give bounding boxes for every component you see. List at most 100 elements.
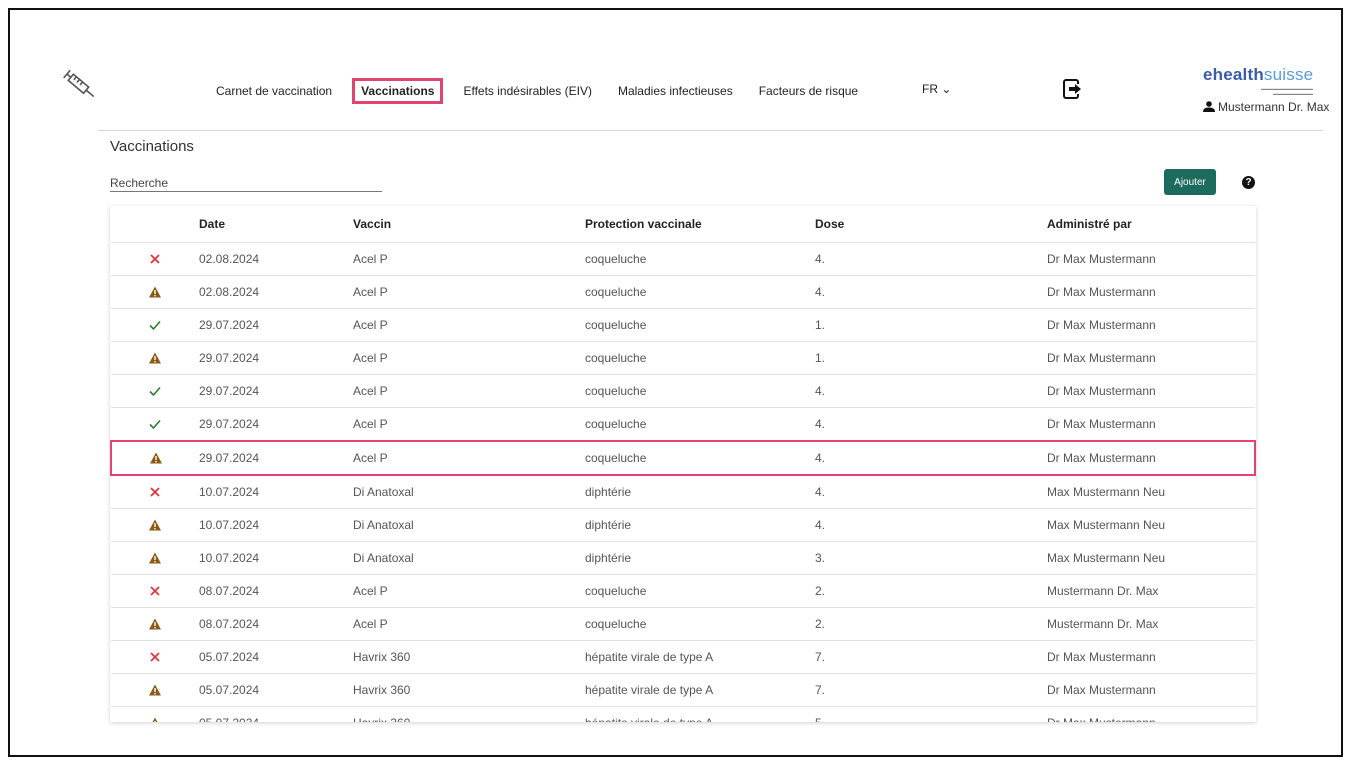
warning-triangle-icon [148, 683, 162, 697]
error-cross-icon [148, 650, 162, 664]
protection-cell: coqueluche [585, 407, 815, 441]
dose-cell: 4. [815, 407, 1047, 441]
administered-by-cell: Dr Max Mustermann [1047, 308, 1255, 342]
administered-by-cell: Dr Max Mustermann [1047, 440, 1256, 476]
status-cell [111, 308, 199, 342]
vaccine-cell: Acel P [353, 440, 585, 476]
protection-cell: coqueluche [585, 242, 815, 276]
administered-by-cell: Dr Max Mustermann [1047, 341, 1255, 375]
warning-triangle-icon [148, 617, 162, 631]
dose-cell: 2. [815, 574, 1047, 608]
table-row[interactable]: 29.07.2024 Acel Pcoqueluche 4. Dr Max Muste… [111, 407, 1255, 441]
warning-triangle-icon [148, 551, 162, 565]
table-row[interactable]: 29.07.2024 Acel Pcoqueluche 4. Dr Max Muste… [110, 440, 1256, 476]
nav-carnet-de-vaccination[interactable]: Carnet de vaccination [210, 80, 338, 102]
nav-facteurs-de-risque[interactable]: Facteurs de risque [753, 80, 864, 102]
nav-effets-indesirables[interactable]: Effets indésirables (EIV) [457, 80, 598, 102]
status-cell [111, 607, 199, 641]
warning-triangle-icon [149, 451, 163, 465]
date-cell: 02.08.2024 [199, 275, 353, 309]
column-header-administered-by[interactable]: Administré par [1047, 206, 1255, 243]
column-header-protection[interactable]: Protection vaccinale [585, 206, 815, 243]
warning-triangle-icon [148, 351, 162, 365]
error-cross-icon [148, 584, 162, 598]
check-icon [148, 384, 162, 398]
nav-vaccinations[interactable]: Vaccinations [352, 78, 444, 104]
status-cell [111, 374, 199, 408]
administered-by-cell: Dr Max Mustermann [1047, 706, 1255, 722]
dose-cell: 3. [815, 541, 1047, 575]
table-row[interactable]: 02.08.2024 Acel Pcoqueluche 4. Dr Max Muste… [111, 242, 1255, 276]
column-header-vaccine[interactable]: Vaccin [353, 206, 585, 243]
vaccine-cell: Acel P [353, 308, 585, 342]
dose-cell: 7. [815, 640, 1047, 674]
table-row[interactable]: 02.08.2024 Acel Pcoqueluche 4. Dr Max Muste… [111, 275, 1255, 309]
column-header-dose[interactable]: Dose [815, 206, 1047, 243]
help-icon[interactable]: ? [1242, 176, 1255, 189]
administered-by-cell: Dr Max Mustermann [1047, 275, 1255, 309]
status-cell [111, 242, 199, 276]
nav-maladies-infectieuses[interactable]: Maladies infectieuses [612, 80, 739, 102]
table-row[interactable]: 10.07.2024 Di Anatoxal diphtérie 4. Max Must… [111, 474, 1255, 509]
table-row[interactable]: 08.07.2024 Acel Pcoqueluche 2. Mustermann D… [111, 607, 1255, 641]
logout-icon[interactable] [1062, 78, 1084, 100]
warning-triangle-icon [148, 285, 162, 299]
vaccine-cell: Acel P [353, 607, 585, 641]
column-header-date[interactable]: Date [199, 206, 353, 243]
date-cell: 05.07.2024 [199, 640, 353, 674]
vaccine-cell: Acel P [353, 574, 585, 608]
protection-cell: diphtérie [585, 541, 815, 575]
protection-cell: hépatite virale de type A [585, 640, 815, 674]
dose-cell: 2. [815, 607, 1047, 641]
dose-cell: 4. [815, 440, 1047, 476]
dose-cell: 1. [815, 308, 1047, 342]
table-row[interactable]: 05.07.2024Havrix 360hépatite virale de t… [111, 673, 1255, 707]
date-cell: 29.07.2024 [199, 440, 353, 476]
table-row[interactable]: 05.07.2024Havrix 360hépatite virale de t… [111, 640, 1255, 674]
administered-by-cell: Dr Max Mustermann [1047, 673, 1255, 707]
brand-primary: ehealth [1203, 65, 1264, 84]
table-header-row: Date Vaccin Protection vaccinale Dose Ad… [111, 206, 1255, 243]
date-cell: 29.07.2024 [199, 341, 353, 375]
search-input[interactable] [110, 174, 382, 192]
administered-by-cell: Dr Max Mustermann [1047, 640, 1255, 674]
status-cell [111, 673, 199, 707]
error-cross-icon [148, 485, 162, 499]
table-row[interactable]: 05.07.2024Havrix 360hépatite virale de t… [111, 706, 1255, 722]
add-button[interactable]: Ajouter [1164, 169, 1216, 195]
date-cell: 10.07.2024 [199, 474, 353, 509]
protection-cell: diphtérie [585, 508, 815, 542]
table-row[interactable]: 29.07.2024 Acel Pcoqueluche 4. Dr Max Muste… [111, 374, 1255, 408]
dose-cell: 4. [815, 374, 1047, 408]
vaccinations-table: Date Vaccin Protection vaccinale Dose Ad… [110, 206, 1256, 722]
user-menu[interactable]: Mustermann Dr. Max [1203, 100, 1329, 114]
dose-cell: 4. [815, 275, 1047, 309]
protection-cell: hépatite virale de type A [585, 673, 815, 707]
vaccine-cell: Di Anatoxal [353, 474, 585, 509]
date-cell: 02.08.2024 [199, 242, 353, 276]
table-row[interactable]: 10.07.2024 Di Anatoxal diphtérie 4. Max Must… [111, 508, 1255, 542]
language-selector[interactable]: FR ⌄ [922, 82, 951, 96]
page-title: Vaccinations [110, 138, 194, 155]
header-divider [98, 130, 1323, 131]
status-cell [111, 640, 199, 674]
table-row[interactable]: 29.07.2024 Acel Pcoqueluche 1. Dr Max Muste… [111, 308, 1255, 342]
status-cell [110, 440, 199, 476]
status-cell [111, 541, 199, 575]
administered-by-cell: Dr Max Mustermann [1047, 407, 1255, 441]
protection-cell: coqueluche [585, 374, 815, 408]
status-cell [111, 407, 199, 441]
vaccine-cell: Havrix 360 [353, 640, 585, 674]
table-row[interactable]: 29.07.2024 Acel Pcoqueluche 1. Dr Max Muste… [111, 341, 1255, 375]
vaccine-cell: Acel P [353, 242, 585, 276]
table-row[interactable]: 10.07.2024 Di Anatoxal diphtérie 3. Max Must… [111, 541, 1255, 575]
brand-secondary: suisse [1263, 65, 1314, 84]
vaccine-cell: Di Anatoxal [353, 508, 585, 542]
protection-cell: diphtérie [585, 474, 815, 509]
vaccine-cell: Acel P [353, 275, 585, 309]
date-cell: 08.07.2024 [199, 574, 353, 608]
protection-cell: hépatite virale de type A [585, 706, 815, 722]
administered-by-cell: Max Mustermann Neu [1047, 541, 1255, 575]
vaccine-cell: Havrix 360 [353, 673, 585, 707]
table-row[interactable]: 08.07.2024 Acel Pcoqueluche 2. Mustermann D… [111, 574, 1255, 608]
